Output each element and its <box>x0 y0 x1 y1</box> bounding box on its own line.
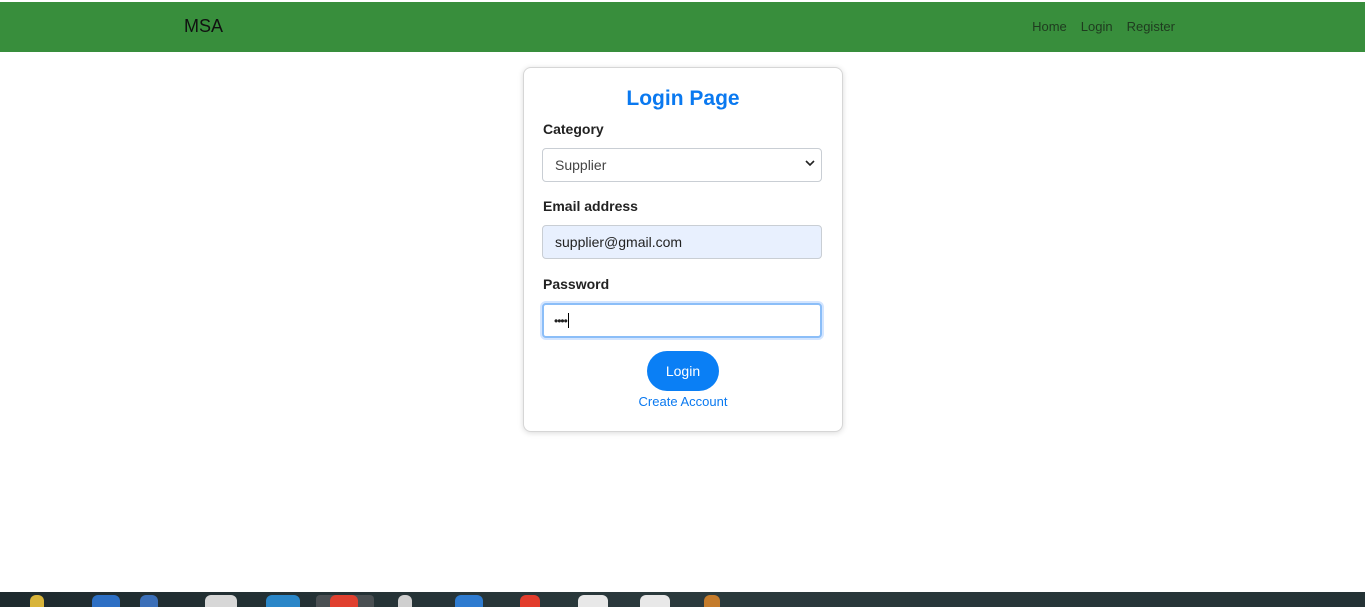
nav-link-home[interactable]: Home <box>1032 19 1067 34</box>
email-field[interactable]: supplier@gmail.com <box>542 225 822 259</box>
email-value: supplier@gmail.com <box>555 234 683 250</box>
app-icon[interactable] <box>704 595 720 607</box>
category-label: Category <box>543 121 604 137</box>
app-icon[interactable] <box>205 595 237 607</box>
category-select[interactable]: Supplier <box>542 148 822 182</box>
category-selected-value: Supplier <box>555 157 607 173</box>
password-label: Password <box>543 276 610 292</box>
app-icon[interactable] <box>140 595 158 607</box>
nav-link-register[interactable]: Register <box>1127 19 1175 34</box>
launcher-icon[interactable] <box>30 595 44 607</box>
login-card: Login Page Category Supplier Email addre… <box>523 67 843 432</box>
app-icon[interactable] <box>92 595 120 607</box>
navbar: MSA Home Login Register <box>0 2 1365 52</box>
app-icon[interactable] <box>578 595 608 607</box>
page-title: Login Page <box>626 87 740 110</box>
login-button[interactable]: Login <box>647 351 719 391</box>
create-account-link[interactable]: Create Account <box>524 394 842 409</box>
app-icon[interactable] <box>266 595 300 607</box>
app-icon[interactable] <box>398 595 412 607</box>
chevron-down-icon <box>805 160 815 167</box>
app-icon[interactable] <box>640 595 670 607</box>
taskbar <box>0 592 1365 607</box>
nav-links: Home Login Register <box>1018 19 1175 34</box>
text-cursor <box>567 313 569 328</box>
password-value: •••• <box>554 313 568 328</box>
browser-icon[interactable] <box>330 595 358 607</box>
nav-link-login[interactable]: Login <box>1081 19 1113 34</box>
brand-logo[interactable]: MSA <box>184 16 223 37</box>
app-icon[interactable] <box>455 595 483 607</box>
password-field[interactable]: •••• <box>542 303 822 338</box>
app-icon[interactable] <box>520 595 540 607</box>
email-label: Email address <box>543 198 638 214</box>
